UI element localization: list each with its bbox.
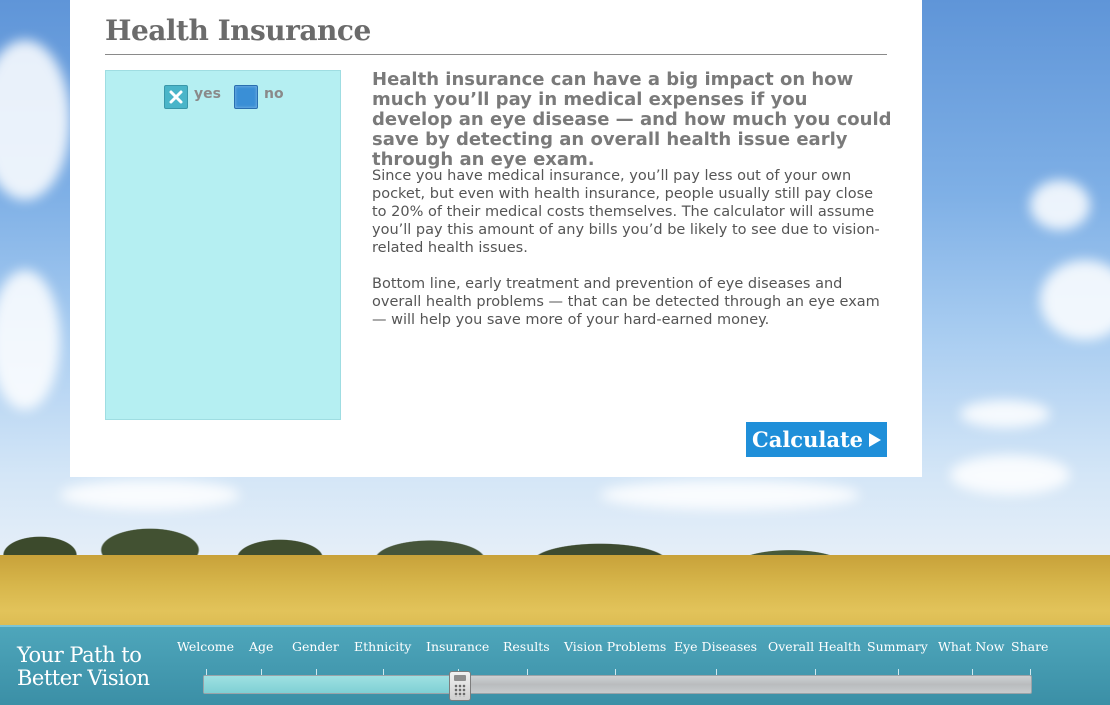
content-panel: Health Insurance yes no Health insurance… <box>70 0 922 477</box>
play-arrow-icon <box>869 432 881 447</box>
yes-option[interactable]: yes <box>164 85 221 109</box>
nav-step-results[interactable]: Results <box>503 639 550 654</box>
cloud <box>1040 260 1110 340</box>
cloud <box>1030 180 1090 230</box>
intro-text: Health insurance can have a big impact o… <box>372 69 892 170</box>
calculator-keys <box>454 684 466 697</box>
field <box>0 555 1110 635</box>
no-option[interactable]: no <box>234 85 284 109</box>
step-links: Welcome Age Gender Ethnicity Insurance Result… <box>0 639 1110 675</box>
brand-line-2: Better Vision <box>17 666 150 690</box>
title-divider <box>105 54 887 55</box>
progress-handle[interactable] <box>449 671 471 701</box>
cloud <box>0 40 70 200</box>
nav-step-gender[interactable]: Gender <box>292 639 339 654</box>
insurance-explanation: Since you have medical insurance, you’ll… <box>372 168 880 256</box>
yes-label: yes <box>194 86 221 102</box>
progress-track[interactable] <box>203 675 1032 694</box>
check-x-icon <box>169 90 183 104</box>
no-checkbox[interactable] <box>234 85 258 109</box>
nav-step-ethnicity[interactable]: Ethnicity <box>354 639 411 654</box>
yes-checkbox[interactable] <box>164 85 188 109</box>
nav-step-welcome[interactable]: Welcome <box>177 639 234 654</box>
progress-fill <box>204 676 461 693</box>
calculate-button[interactable]: Calculate <box>746 422 887 457</box>
nav-step-vision-problems[interactable]: Vision Problems <box>564 639 666 654</box>
cloud <box>960 400 1050 428</box>
nav-step-summary[interactable]: Summary <box>867 639 928 654</box>
nav-step-eye-diseases[interactable]: Eye Diseases <box>674 639 757 654</box>
calculator-icon <box>454 675 466 681</box>
insurance-choice-box: yes no <box>105 70 341 420</box>
cloud <box>950 455 1070 495</box>
cloud <box>0 270 60 410</box>
progress-navigation: Your Path to Better Vision Welcome Age Gen… <box>0 625 1110 705</box>
bottom-line-text: Bottom line, early treatment and prevent… <box>372 276 880 328</box>
nav-step-age[interactable]: Age <box>249 639 273 654</box>
no-label: no <box>264 86 284 102</box>
nav-step-insurance[interactable]: Insurance <box>426 639 489 654</box>
nav-step-share[interactable]: Share <box>1011 639 1048 654</box>
nav-step-what-now[interactable]: What Now <box>938 639 1005 654</box>
calculate-label: Calculate <box>752 427 863 452</box>
nav-step-overall-health[interactable]: Overall Health <box>768 639 861 654</box>
page-title: Health Insurance <box>105 14 371 47</box>
